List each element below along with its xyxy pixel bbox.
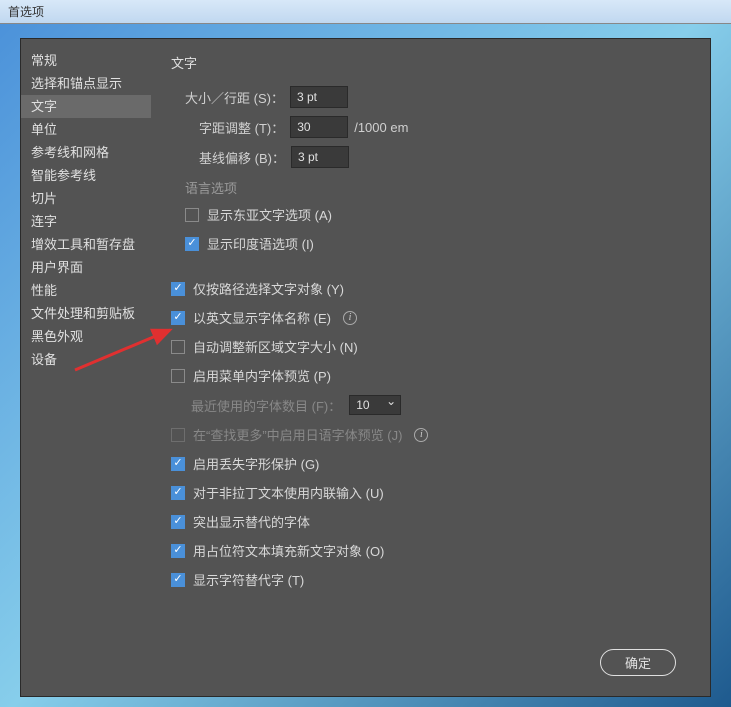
info-icon[interactable]: i (343, 311, 357, 325)
checkbox-highlight-sub[interactable] (171, 515, 185, 529)
sidebar-item[interactable]: 性能 (21, 279, 151, 302)
baseline-input[interactable] (291, 146, 349, 168)
checkbox-auto-resize[interactable] (171, 340, 185, 354)
row-select-by-path: 仅按路径选择文字对象 (Y) (171, 279, 690, 298)
checkbox-menu-preview[interactable] (171, 369, 185, 383)
checkbox-jp-preview[interactable] (171, 428, 185, 442)
main-panel: 文字 大小／行距 (S)： 字距调整 (T)： /1000 em 基线偏移 (B… (151, 39, 710, 639)
row-inline-input: 对于非拉丁文本使用内联输入 (U) (171, 483, 690, 502)
checkbox-inline-input[interactable] (171, 486, 185, 500)
checkbox-east-asian[interactable] (185, 208, 199, 222)
checkbox-indic[interactable] (185, 237, 199, 251)
row-missing-glyph: 启用丢失字形保护 (G) (171, 454, 690, 473)
select-recent-fonts[interactable]: 10 (349, 395, 401, 415)
sidebar: 常规选择和锚点显示文字单位参考线和网格智能参考线切片连字增效工具和暂存盘用户界面… (21, 39, 151, 639)
sidebar-item[interactable]: 文字 (21, 95, 151, 118)
button-row: 确定 (21, 639, 710, 696)
row-highlight-sub: 突出显示替代的字体 (171, 512, 690, 531)
field-baseline: 基线偏移 (B)： (171, 146, 690, 168)
label-placeholder-fill: 用占位符文本填充新文字对象 (O) (193, 541, 384, 560)
lang-section-title: 语言选项 (171, 178, 690, 197)
sidebar-item[interactable]: 单位 (21, 118, 151, 141)
sidebar-item[interactable]: 增效工具和暂存盘 (21, 233, 151, 256)
content-area: 常规选择和锚点显示文字单位参考线和网格智能参考线切片连字增效工具和暂存盘用户界面… (21, 39, 710, 639)
size-leading-label: 大小／行距 (S)： (185, 88, 284, 107)
label-indic: 显示印度语选项 (I) (207, 234, 314, 253)
checkbox-show-alt-glyphs[interactable] (171, 573, 185, 587)
label-recent-fonts: 最近使用的字体数目 (F)： (191, 396, 341, 415)
sidebar-item[interactable]: 切片 (21, 187, 151, 210)
label-auto-resize: 自动调整新区域文字大小 (N) (193, 337, 358, 356)
size-leading-input[interactable] (290, 86, 348, 108)
sidebar-item[interactable]: 选择和锚点显示 (21, 72, 151, 95)
field-size-leading: 大小／行距 (S)： (171, 86, 690, 108)
sidebar-item[interactable]: 常规 (21, 49, 151, 72)
sidebar-item[interactable]: 用户界面 (21, 256, 151, 279)
label-missing-glyph: 启用丢失字形保护 (G) (193, 454, 319, 473)
row-menu-preview: 启用菜单内字体预览 (P) (171, 366, 690, 385)
label-jp-preview: 在“查找更多”中启用日语字体预览 (J) (193, 425, 402, 444)
label-menu-preview: 启用菜单内字体预览 (P) (193, 366, 331, 385)
panel-title: 文字 (171, 53, 690, 72)
window-title: 首选项 (8, 5, 44, 19)
field-tracking: 字距调整 (T)： /1000 em (171, 116, 690, 138)
info-icon[interactable]: i (414, 428, 428, 442)
sidebar-item[interactable]: 参考线和网格 (21, 141, 151, 164)
preferences-window: 首选项 常规选择和锚点显示文字单位参考线和网格智能参考线切片连字增效工具和暂存盘… (0, 0, 731, 707)
row-recent-fonts: 最近使用的字体数目 (F)： 10 (171, 395, 690, 415)
row-indic: 显示印度语选项 (I) (171, 234, 690, 253)
row-jp-preview: 在“查找更多”中启用日语字体预览 (J) i (171, 425, 690, 444)
checkbox-placeholder-fill[interactable] (171, 544, 185, 558)
label-show-alt-glyphs: 显示字符替代字 (T) (193, 570, 304, 589)
sidebar-item[interactable]: 文件处理和剪贴板 (21, 302, 151, 325)
titlebar: 首选项 (0, 0, 731, 24)
sidebar-item[interactable]: 设备 (21, 348, 151, 371)
tracking-input[interactable] (290, 116, 348, 138)
label-select-by-path: 仅按路径选择文字对象 (Y) (193, 279, 344, 298)
label-highlight-sub: 突出显示替代的字体 (193, 512, 310, 531)
tracking-label: 字距调整 (T)： (199, 118, 284, 137)
ok-button[interactable]: 确定 (600, 649, 676, 676)
sidebar-item[interactable]: 黑色外观 (21, 325, 151, 348)
label-english-fonts: 以英文显示字体名称 (E) (193, 308, 331, 327)
label-east-asian: 显示东亚文字选项 (A) (207, 205, 332, 224)
row-english-fonts: 以英文显示字体名称 (E) i (171, 308, 690, 327)
sidebar-item[interactable]: 连字 (21, 210, 151, 233)
dialog: 常规选择和锚点显示文字单位参考线和网格智能参考线切片连字增效工具和暂存盘用户界面… (20, 38, 711, 697)
row-auto-resize: 自动调整新区域文字大小 (N) (171, 337, 690, 356)
sidebar-item[interactable]: 智能参考线 (21, 164, 151, 187)
checkbox-missing-glyph[interactable] (171, 457, 185, 471)
tracking-unit: /1000 em (354, 120, 408, 135)
row-east-asian: 显示东亚文字选项 (A) (171, 205, 690, 224)
checkbox-english-fonts[interactable] (171, 311, 185, 325)
baseline-label: 基线偏移 (B)： (199, 148, 285, 167)
label-inline-input: 对于非拉丁文本使用内联输入 (U) (193, 483, 384, 502)
row-placeholder-fill: 用占位符文本填充新文字对象 (O) (171, 541, 690, 560)
row-show-alt-glyphs: 显示字符替代字 (T) (171, 570, 690, 589)
checkbox-select-by-path[interactable] (171, 282, 185, 296)
